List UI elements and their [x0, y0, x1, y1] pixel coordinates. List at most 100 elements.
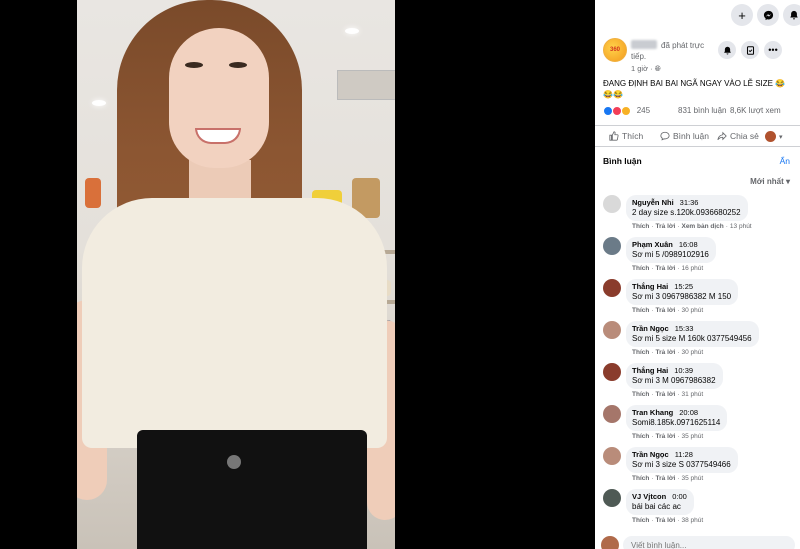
comment-timestamp[interactable]: 0:00 [672, 492, 687, 501]
comment-bubble: Tran Khang 20:08 Somi8.185k.0971625114 [626, 405, 728, 431]
commenter-name[interactable]: Thắng Hai 15:25 [632, 282, 731, 291]
comment-timestamp[interactable]: 16:08 [679, 240, 698, 249]
comment-like-link[interactable]: Thích [632, 391, 649, 398]
live-status: đã phát trực tiếp. [631, 41, 705, 61]
comment-like-link[interactable]: Thích [632, 265, 649, 272]
comment-bubble: Trần Ngọc 15:33 Sơ mi 5 size M 160k 037754… [626, 321, 759, 347]
comment-age[interactable]: 35 phút [681, 433, 703, 440]
hide-comments-link[interactable]: Ẩn [780, 156, 790, 166]
commenter-name[interactable]: Thắng Hai 10:39 [632, 366, 716, 375]
notifications-bell-icon[interactable] [783, 4, 800, 26]
views-count: 8,6K lượt xem [730, 106, 781, 115]
comment-like-link[interactable]: Thích [632, 307, 649, 314]
post-panel: + 360 đã phát trực tiếp. 1 giờ · 🌐︎ ••• … [595, 0, 800, 549]
comment-reply-link[interactable]: Trả lời [656, 391, 676, 398]
comment-reply-link[interactable]: Trả lời [656, 517, 676, 524]
comment-text: Somi8.185k.0971625114 [632, 418, 721, 427]
notify-bell-icon[interactable] [718, 41, 736, 59]
commenter-name[interactable]: Trần Ngọc 15:33 [632, 324, 752, 333]
model-eye [185, 62, 203, 68]
comment-text: Sơ mi 3 M 0967986382 [632, 376, 716, 385]
commenter-avatar[interactable] [603, 195, 621, 213]
comment-reply-link[interactable]: Trả lời [656, 475, 676, 482]
comment-timestamp[interactable]: 31:36 [680, 198, 699, 207]
comment-button[interactable]: Bình luận [660, 131, 709, 141]
commenter-name[interactable]: Trần Ngọc 11:28 [632, 450, 731, 459]
commenter-name[interactable]: Nguyễn Nhi 31:36 [632, 198, 741, 207]
post-time[interactable]: 1 giờ · 🌐︎ [631, 64, 661, 74]
post-caption: ĐANG ĐỊNH BAI BAI NGÃ NGAY VÀO LỄ SIZE 😂… [603, 79, 786, 99]
comment-reply-link[interactable]: Trả lời [656, 265, 676, 272]
user-avatar [601, 536, 619, 549]
live-video[interactable] [77, 0, 395, 549]
reactions-count[interactable]: 245 [637, 106, 650, 115]
comment-timestamp[interactable]: 11:28 [675, 450, 693, 459]
comment-timestamp[interactable]: 20:08 [679, 408, 698, 417]
page-avatar[interactable]: 360 [603, 38, 627, 62]
comment-meta: Thích · Trả lời · 35 phút [632, 475, 704, 482]
comment-like-link[interactable]: Thích [632, 349, 649, 356]
comment-reply-link[interactable]: Trả lời [656, 349, 676, 356]
commenter-avatar[interactable] [603, 405, 621, 423]
messenger-icon[interactable] [757, 4, 779, 26]
commenter-name[interactable]: Phạm Xuân 16:08 [632, 240, 709, 249]
comment-meta: Thích · Trả lời · 30 phút [632, 307, 704, 314]
comment-meta: Thích · Trả lời · 38 phút [632, 517, 704, 524]
comment-timestamp[interactable]: 10:39 [674, 366, 693, 375]
comment-timestamp[interactable]: 15:25 [674, 282, 693, 291]
comment-icon [660, 131, 670, 141]
commenter-avatar[interactable] [603, 321, 621, 339]
commenter-avatar[interactable] [603, 237, 621, 255]
haha-reaction-icon [621, 106, 632, 116]
comment-input[interactable] [623, 536, 795, 549]
share-arrow-icon [717, 131, 727, 141]
comment-timestamp[interactable]: 15:33 [675, 324, 694, 333]
top-bar: + [595, 0, 800, 30]
commenter-avatar[interactable] [603, 279, 621, 297]
comment-meta: Thích · Trả lời · 31 phút [632, 391, 704, 398]
hanging-shirt [85, 178, 101, 208]
comment-reply-link[interactable]: Trả lời [656, 223, 676, 230]
comment-like-link[interactable]: Thích [632, 517, 649, 524]
profile-avatar [765, 131, 776, 142]
model-face [169, 28, 269, 168]
commenter-name[interactable]: Tran Khang 20:08 [632, 408, 720, 417]
comment-age[interactable]: 30 phút [681, 307, 703, 314]
like-label: Thích [622, 131, 644, 141]
save-post-icon[interactable] [741, 41, 759, 59]
reaction-icons[interactable] [603, 106, 632, 116]
comment-reply-link[interactable]: Trả lời [656, 307, 676, 314]
model-shirt [82, 198, 387, 448]
comment-like-link[interactable]: Thích [632, 475, 649, 482]
commenter-avatar[interactable] [603, 363, 621, 381]
comment-text: Sơ mi 3 0967986382 M 150 [632, 292, 732, 301]
commenter-avatar[interactable] [603, 489, 621, 507]
comment-like-link[interactable]: Thích [632, 223, 649, 230]
comment-like-link[interactable]: Thích [632, 433, 649, 440]
comments-title: Bình luận [603, 156, 642, 166]
share-button[interactable]: Chia sẻ [717, 131, 759, 141]
comment-age[interactable]: 30 phút [681, 349, 703, 356]
comment-composer [601, 536, 795, 549]
comment-reply-link[interactable]: Trả lời [656, 433, 676, 440]
comment-age[interactable]: 31 phút [681, 391, 703, 398]
sort-dropdown[interactable]: Mới nhất ▾ [750, 177, 790, 186]
video-stage [0, 0, 595, 549]
commenter-name[interactable]: VJ Vjtcon 0:00 [632, 492, 687, 501]
comment-text: Sơ mi 3 size S 0377549466 [632, 460, 731, 469]
ceiling-vent [337, 70, 395, 100]
more-options-icon[interactable]: ••• [764, 41, 782, 59]
comment-age[interactable]: 38 phút [681, 517, 703, 524]
see-translation-link[interactable]: Xem bản dịch [681, 223, 723, 230]
commenter-avatar[interactable] [603, 447, 621, 465]
comment-age[interactable]: 13 phút [730, 223, 752, 230]
comment-text: Sơ mi 5 /0989102916 [632, 250, 709, 259]
comment-age[interactable]: 16 phút [681, 265, 703, 272]
reaction-as-selector[interactable]: ▾ [765, 131, 783, 142]
like-button[interactable]: Thích [609, 131, 643, 141]
create-plus-icon[interactable]: + [731, 4, 753, 26]
caret-down-icon: ▾ [779, 133, 783, 141]
comments-count[interactable]: 831 bình luận [678, 106, 727, 115]
comment-meta: Thích · Trả lời · Xem bản dịch · 13 phút [632, 223, 752, 230]
comment-age[interactable]: 35 phút [681, 475, 703, 482]
